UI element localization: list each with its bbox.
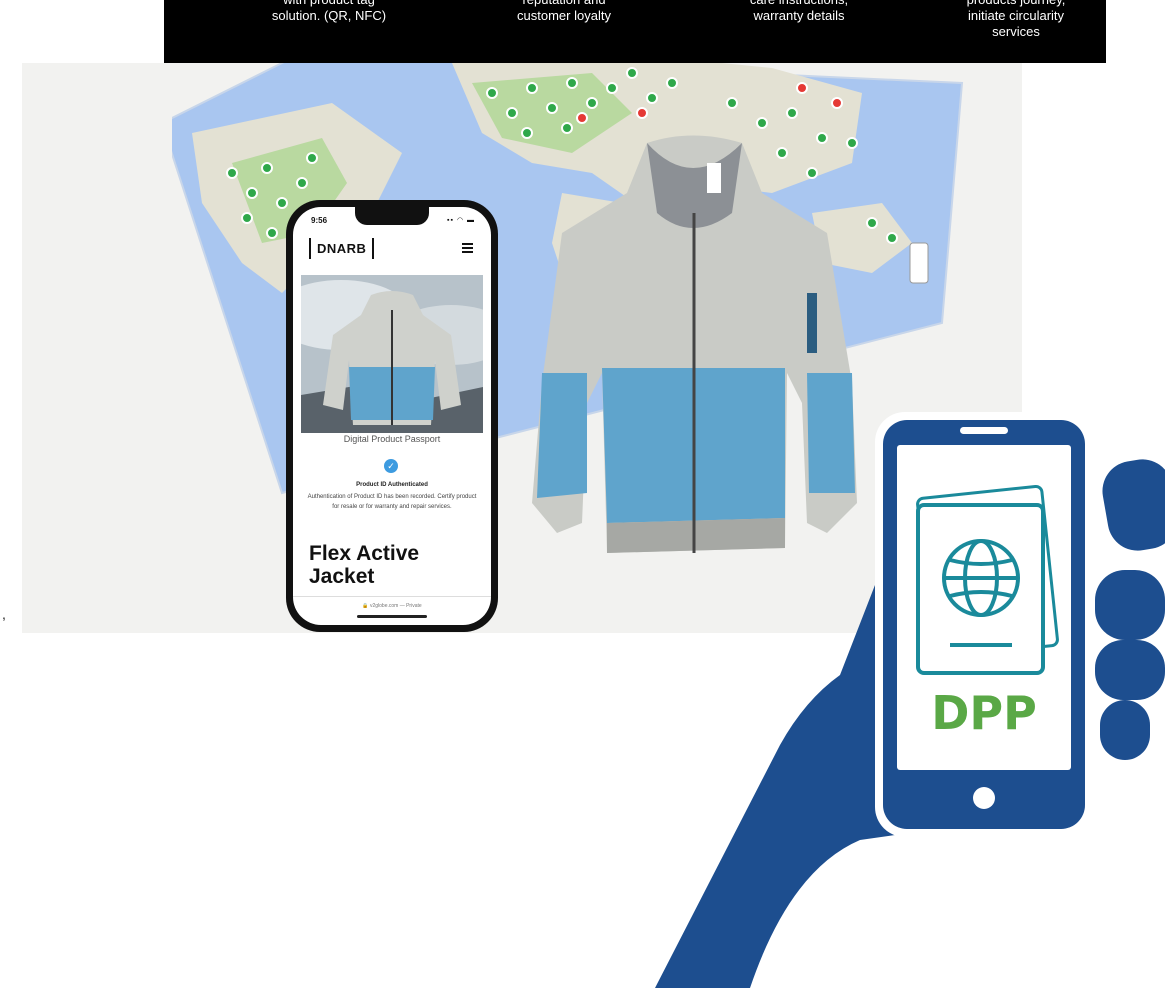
banner-text: customer loyalty — [517, 8, 611, 23]
footer-url: 🔒 v2globe.com — Private — [362, 603, 422, 609]
home-indicator — [357, 615, 427, 618]
auth-text: Authentication of Product ID has been re… — [307, 494, 477, 510]
banner-text: reputation and — [459, 0, 669, 8]
dpp-label: DPP — [931, 686, 1037, 740]
feature-banner: with product tag solution. (QR, NFC) rep… — [164, 0, 1106, 63]
phone-mockup: 9:56 ▪▪ ◠ ▬ DNARB Digital Product Passpo… — [286, 200, 498, 632]
check-icon: ✓ — [384, 459, 398, 473]
dpp-illustration: DPP — [655, 412, 1165, 988]
status-time: 9:56 — [311, 216, 328, 225]
banner-text: services — [992, 24, 1040, 39]
banner-text: warranty details — [753, 8, 845, 23]
brand-logo[interactable]: DNARB — [309, 238, 375, 259]
auth-title: Product ID Authenticated — [356, 482, 428, 488]
dpp-title: Digital Product Passport — [343, 434, 441, 444]
banner-text: care instructions, — [694, 0, 904, 8]
banner-col-circularity: products journey, initiate circularity s… — [911, 0, 1121, 40]
banner-col-tagging: with product tag solution. (QR, NFC) — [224, 0, 434, 24]
banner-text: products journey, — [911, 0, 1121, 8]
product-name: Flex Active Jacket — [309, 542, 420, 588]
menu-icon[interactable] — [462, 243, 473, 253]
product-image — [301, 275, 483, 433]
stray-mark: , — [2, 606, 6, 622]
banner-col-care: care instructions, warranty details — [694, 0, 904, 24]
banner-text: initiate circularity — [967, 8, 1065, 23]
phone-notch — [355, 207, 429, 225]
banner-col-loyalty: reputation and customer loyalty — [459, 0, 669, 24]
footer-divider — [293, 596, 491, 597]
phone-screen: 9:56 ▪▪ ◠ ▬ DNARB Digital Product Passpo… — [293, 207, 491, 625]
banner-text: with product tag — [224, 0, 434, 8]
status-icons: ▪▪ ◠ ▬ — [447, 217, 475, 224]
banner-text: solution. (QR, NFC) — [271, 8, 387, 23]
